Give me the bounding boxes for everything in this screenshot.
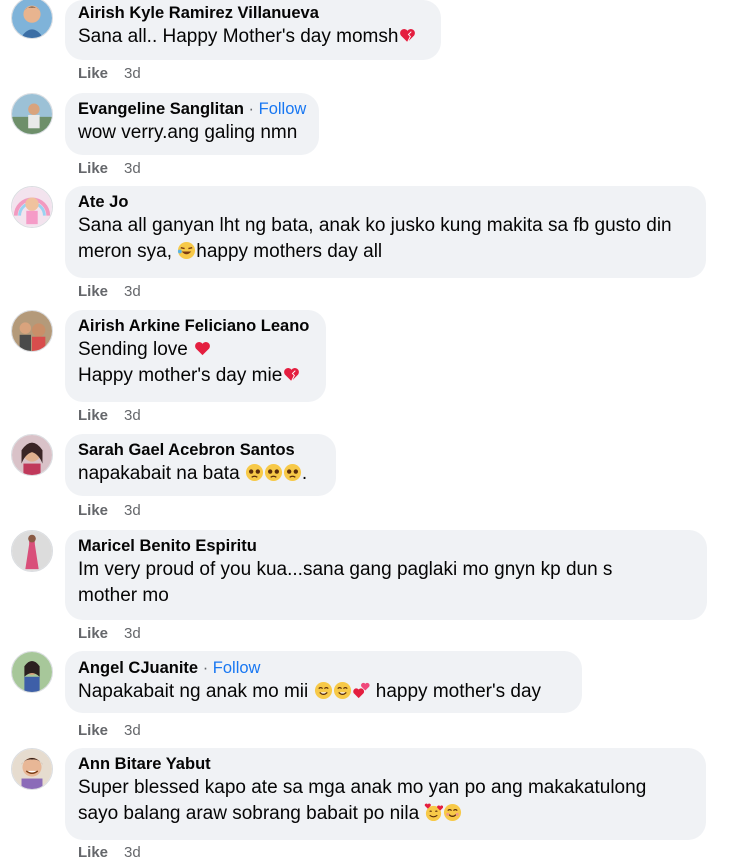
- comment-actions: Like 3d: [78, 844, 141, 862]
- like-button[interactable]: Like: [78, 502, 108, 519]
- comment-bubble: Maricel Benito Espiritu Im very proud of…: [65, 530, 707, 620]
- comment-author[interactable]: Maricel Benito Espiritu: [78, 535, 693, 557]
- comment-text: meron sya, happy mothers day all: [78, 241, 383, 262]
- comment-text: Sana all ganyan lht ng bata, anak ko jus…: [78, 215, 672, 236]
- pleading-face-icon: [283, 463, 302, 482]
- avatar[interactable]: [11, 93, 53, 135]
- like-button[interactable]: Like: [78, 283, 108, 300]
- comment-timestamp[interactable]: 3d: [124, 625, 141, 642]
- like-button[interactable]: Like: [78, 844, 108, 861]
- like-button[interactable]: Like: [78, 625, 108, 642]
- comment-actions: Like 3d: [78, 283, 141, 301]
- comment-bubble: Ate Jo Sana all ganyan lht ng bata, anak…: [65, 186, 706, 278]
- comment-timestamp[interactable]: 3d: [124, 407, 141, 424]
- pleading-face-icon: [245, 463, 264, 482]
- comment-author[interactable]: Airish Arkine Feliciano Leano: [78, 315, 312, 337]
- avatar[interactable]: [11, 186, 53, 228]
- like-button[interactable]: Like: [78, 407, 108, 424]
- comment-text: Super blessed kapo ate sa mga anak mo ya…: [78, 777, 647, 798]
- comment-author: Evangeline Sanglitan · Follow: [78, 100, 307, 118]
- smiling-face-icon: [443, 803, 462, 822]
- comment-author[interactable]: Ate Jo: [78, 191, 692, 213]
- avatar[interactable]: [11, 310, 53, 352]
- pleading-face-icon: [264, 463, 283, 482]
- comment-text: napakabait na bata .: [78, 463, 308, 484]
- comment-timestamp[interactable]: 3d: [124, 502, 141, 519]
- comment-text: sayo balang araw sobrang babait po nila: [78, 801, 692, 827]
- comment-text: Sending love: [78, 337, 312, 363]
- avatar[interactable]: [11, 651, 53, 693]
- comment-author: Angel CJuanite · Follow: [78, 659, 261, 677]
- author-name[interactable]: Angel CJuanite: [78, 659, 198, 677]
- comment-bubble: Airish Arkine Feliciano Leano Sending lo…: [65, 310, 326, 402]
- follow-button[interactable]: Follow: [213, 659, 261, 677]
- two-hearts-icon: [352, 681, 371, 700]
- avatar[interactable]: [11, 530, 53, 572]
- comment-actions: Like 3d: [78, 407, 141, 425]
- comment-text: wow verry.ang galing nmn: [78, 122, 298, 143]
- comment-bubble: Sarah Gael Acebron Santos napakabait na …: [65, 434, 336, 496]
- comment-actions: Like 3d: [78, 502, 141, 520]
- heart-icon: [282, 365, 301, 384]
- comment-bubble: Ann Bitare Yabut Super blessed kapo ate …: [65, 748, 706, 840]
- comment-actions: Like 3d: [78, 160, 141, 178]
- avatar[interactable]: [11, 748, 53, 790]
- blowing-kiss-face-icon: [333, 681, 352, 700]
- comment-author[interactable]: Ann Bitare Yabut: [78, 753, 692, 775]
- comment-text: Sana all.. Happy Mother's day momsh: [78, 24, 427, 50]
- follow-button[interactable]: Follow: [259, 100, 307, 118]
- like-button[interactable]: Like: [78, 160, 108, 177]
- comment-author[interactable]: Airish Kyle Ramirez Villanueva: [78, 2, 427, 24]
- comment-bubble: Evangeline Sanglitan · Follow wow verry.…: [65, 93, 319, 155]
- avatar[interactable]: [11, 0, 53, 39]
- comment-text: Napakabait ng anak mo mii happy mother's…: [78, 681, 542, 702]
- comment-bubble: Airish Kyle Ramirez Villanueva Sana all.…: [65, 0, 441, 60]
- comment-actions: Like 3d: [78, 722, 141, 740]
- comment-text: mother mo: [78, 585, 169, 606]
- comment-timestamp[interactable]: 3d: [124, 65, 141, 82]
- comment-text: Happy mother's day mie: [78, 363, 312, 389]
- comment-timestamp[interactable]: 3d: [124, 844, 141, 861]
- smiling-face-with-hearts-icon: [424, 803, 444, 822]
- heart-icon: [398, 26, 417, 45]
- comment-timestamp[interactable]: 3d: [124, 160, 141, 177]
- comment-bubble: Angel CJuanite · Follow Napakabait ng an…: [65, 651, 582, 713]
- comment-timestamp[interactable]: 3d: [124, 722, 141, 739]
- comment-author[interactable]: Sarah Gael Acebron Santos: [78, 439, 322, 461]
- comment-text: Im very proud of you kua...sana gang pag…: [78, 559, 613, 580]
- comment-actions: Like 3d: [78, 65, 141, 83]
- laughing-emoji-icon: [177, 241, 196, 260]
- comment-actions: Like 3d: [78, 625, 141, 643]
- comment-timestamp[interactable]: 3d: [124, 283, 141, 300]
- avatar[interactable]: [11, 434, 53, 476]
- like-button[interactable]: Like: [78, 722, 108, 739]
- like-button[interactable]: Like: [78, 65, 108, 82]
- blowing-kiss-face-icon: [314, 681, 333, 700]
- author-name[interactable]: Evangeline Sanglitan: [78, 100, 244, 118]
- red-heart-icon: [193, 339, 212, 358]
